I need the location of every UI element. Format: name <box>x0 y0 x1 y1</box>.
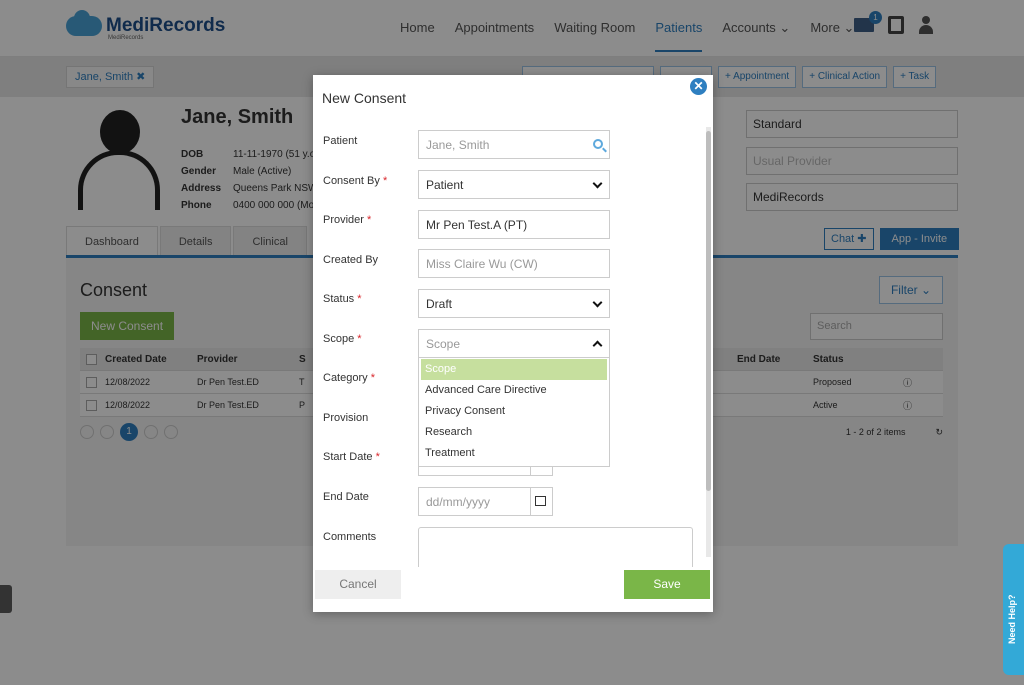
scope-label: Scope * <box>323 333 362 345</box>
created-by-field: Miss Claire Wu (CW) <box>418 249 610 278</box>
new-consent-modal: New Consent ✕ Patient Jane, Smith Consen… <box>313 75 713 612</box>
comments-label: Comments <box>323 531 377 543</box>
need-help-label: Need Help? <box>1007 594 1017 644</box>
modal-title: New Consent <box>322 90 407 106</box>
close-icon[interactable]: ✕ <box>690 78 707 95</box>
comments-textarea[interactable] <box>418 527 693 567</box>
modal-scrollbar[interactable] <box>706 127 711 557</box>
scope-dropdown-list: Scope Advanced Care Directive Privacy Co… <box>418 358 610 467</box>
status-value: Draft <box>426 297 453 311</box>
scope-option-privacy-consent[interactable]: Privacy Consent <box>419 401 609 422</box>
save-button[interactable]: Save <box>624 570 710 599</box>
provision-label: Provision <box>323 412 369 424</box>
end-date-field[interactable]: dd/mm/yyyy <box>418 487 553 516</box>
provider-field[interactable]: Mr Pen Test.A (PT) <box>418 210 610 239</box>
consent-by-label: Consent By * <box>323 175 388 187</box>
end-date-label: End Date <box>323 491 369 503</box>
created-by-label: Created By <box>323 254 379 266</box>
scope-select[interactable]: Scope <box>418 329 610 358</box>
search-icon[interactable] <box>593 139 603 149</box>
consent-by-value: Patient <box>426 178 464 192</box>
scope-placeholder: Scope <box>426 337 461 351</box>
scope-option-treatment[interactable]: Treatment <box>419 443 609 464</box>
category-label: Category * <box>323 372 375 384</box>
end-date-placeholder: dd/mm/yyyy <box>426 495 491 509</box>
need-help-tab[interactable]: Need Help? <box>1003 544 1024 675</box>
scope-option-research[interactable]: Research <box>419 422 609 443</box>
patient-field[interactable]: Jane, Smith <box>418 130 610 159</box>
patient-label: Patient <box>323 135 358 147</box>
created-by-value: Miss Claire Wu (CW) <box>426 257 538 271</box>
provider-label: Provider * <box>323 214 372 226</box>
chevron-down-icon <box>592 297 603 308</box>
consent-by-select[interactable]: Patient <box>418 170 610 199</box>
patient-field-value: Jane, Smith <box>426 138 490 152</box>
status-select[interactable]: Draft <box>418 289 610 318</box>
scope-option-advanced-care-directive[interactable]: Advanced Care Directive <box>419 380 609 401</box>
cancel-button[interactable]: Cancel <box>315 570 401 599</box>
provider-value: Mr Pen Test.A (PT) <box>426 218 528 232</box>
chevron-up-icon <box>592 340 603 351</box>
start-date-label: Start Date * <box>323 451 380 463</box>
chevron-down-icon <box>592 178 603 189</box>
scope-option-scope[interactable]: Scope <box>421 359 607 380</box>
calendar-icon[interactable] <box>535 496 546 506</box>
side-tool-tab[interactable] <box>0 585 12 613</box>
status-label: Status * <box>323 293 362 305</box>
